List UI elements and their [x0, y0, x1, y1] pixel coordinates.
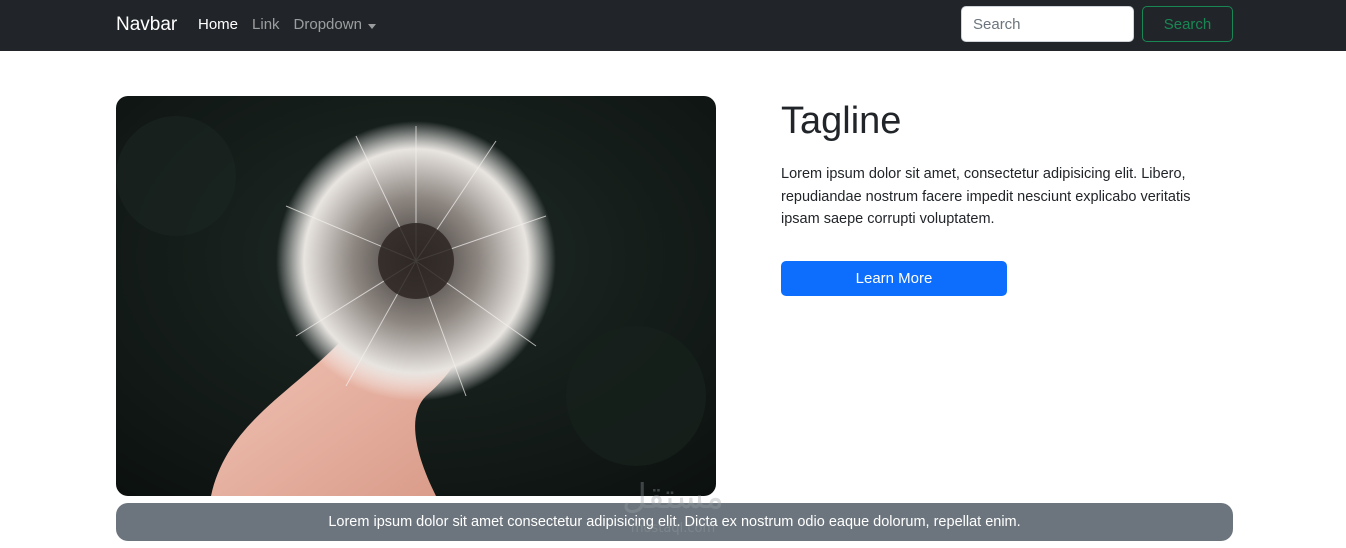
navbar-brand[interactable]: Navbar [116, 13, 177, 37]
footer-text: Lorem ipsum dolor sit amet consectetur a… [328, 514, 1021, 530]
dandelion-photo-icon [116, 96, 716, 496]
nav-dropdown-toggle[interactable]: Dropdown [294, 15, 376, 35]
footer-bar: Lorem ipsum dolor sit amet consectetur a… [116, 503, 1233, 541]
nav-link-link[interactable]: Link [252, 15, 280, 35]
hero-text: Lorem ipsum dolor sit amet, consectetur … [781, 166, 1191, 227]
search-button[interactable]: Search [1142, 6, 1233, 42]
hero-image [116, 96, 716, 496]
nav-dropdown-label: Dropdown [293, 16, 362, 33]
nav-links: Home Link Dropdown [198, 15, 390, 35]
caret-down-icon [367, 23, 376, 29]
learn-more-button[interactable]: Learn More [781, 261, 1007, 296]
hero-tagline: Tagline [781, 100, 902, 142]
search-input[interactable] [961, 6, 1134, 42]
top-navbar: Navbar Home Link Dropdown Search [0, 0, 1346, 51]
nav-link-home[interactable]: Home [198, 15, 238, 35]
